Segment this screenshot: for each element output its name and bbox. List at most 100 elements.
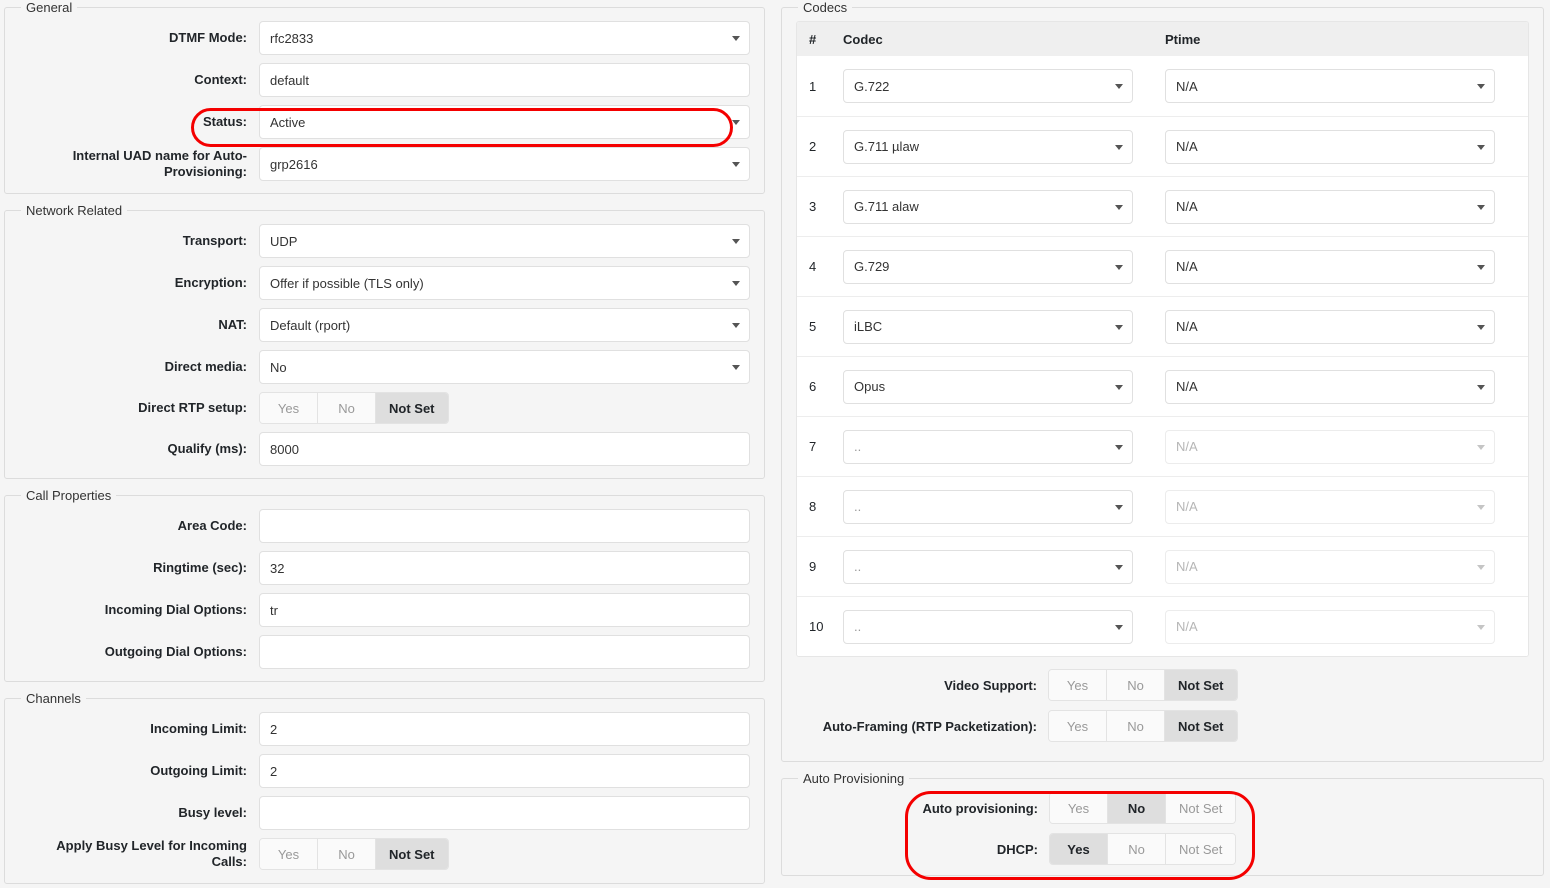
ptime-value: N/A <box>1176 619 1198 634</box>
apply-busy-level-toggle[interactable]: Yes No Not Set <box>259 838 449 870</box>
codec-row: 8..N/A <box>797 476 1528 536</box>
video-support-label: Video Support: <box>796 678 1048 693</box>
toggle-option-no[interactable]: No <box>1108 793 1166 823</box>
incoming-dial-options-input[interactable]: tr <box>259 593 750 627</box>
direct-media-value: No <box>270 360 287 375</box>
qualify-input[interactable]: 8000 <box>259 432 750 466</box>
encryption-select[interactable]: Offer if possible (TLS only) <box>259 266 750 300</box>
codec-select[interactable]: Opus <box>843 370 1133 404</box>
chevron-down-icon <box>1477 145 1485 150</box>
chevron-down-icon <box>1477 385 1485 390</box>
ptime-select[interactable]: N/A <box>1165 250 1495 284</box>
chevron-down-icon <box>732 365 740 370</box>
row-incoming-dial-options: Incoming Dial Options: tr <box>19 593 750 627</box>
row-apply-busy-level: Apply Busy Level for Incoming Calls: Yes… <box>19 838 750 871</box>
row-context: Context: default <box>19 63 750 97</box>
row-area-code: Area Code: <box>19 509 750 543</box>
toggle-option-no[interactable]: No <box>1107 711 1165 741</box>
toggle-option-no[interactable]: No <box>318 393 376 423</box>
toggle-option-no[interactable]: No <box>1108 834 1166 864</box>
codec-row: 4G.729N/A <box>797 236 1528 296</box>
outgoing-dial-options-input[interactable] <box>259 635 750 669</box>
fieldset-call-properties: Call Properties Area Code: Ringtime (sec… <box>4 488 765 682</box>
ptime-select[interactable]: N/A <box>1165 130 1495 164</box>
ptime-select[interactable]: N/A <box>1165 310 1495 344</box>
codec-select[interactable]: .. <box>843 550 1133 584</box>
ptime-value: N/A <box>1176 439 1198 454</box>
status-select[interactable]: Active <box>259 105 750 139</box>
row-auto-provisioning: Auto provisioning: Yes No Not Set <box>914 792 1529 824</box>
toggle-option-no[interactable]: No <box>1107 670 1165 700</box>
general-legend: General <box>21 0 77 15</box>
chevron-down-icon <box>1477 325 1485 330</box>
context-input[interactable]: default <box>259 63 750 97</box>
codec-row: 9..N/A <box>797 536 1528 596</box>
row-dtmf-mode: DTMF Mode: rfc2833 <box>19 21 750 55</box>
codec-row-number: 10 <box>801 619 843 634</box>
codec-select[interactable]: .. <box>843 610 1133 644</box>
ptime-value: N/A <box>1176 499 1198 514</box>
direct-rtp-setup-toggle[interactable]: Yes No Not Set <box>259 392 449 424</box>
header-ptime: Ptime <box>1153 32 1524 47</box>
ptime-select[interactable]: N/A <box>1165 69 1495 103</box>
transport-value: UDP <box>270 234 297 249</box>
codec-select[interactable]: .. <box>843 430 1133 464</box>
dtmf-mode-select[interactable]: rfc2833 <box>259 21 750 55</box>
toggle-option-no[interactable]: No <box>318 839 376 869</box>
chevron-down-icon <box>1115 505 1123 510</box>
toggle-option-yes[interactable]: Yes <box>1049 711 1107 741</box>
ptime-select: N/A <box>1165 610 1495 644</box>
auto-provisioning-toggle[interactable]: Yes No Not Set <box>1049 792 1236 824</box>
dhcp-toggle[interactable]: Yes No Not Set <box>1049 833 1236 865</box>
toggle-option-yes[interactable]: Yes <box>1049 670 1107 700</box>
toggle-option-not-set[interactable]: Not Set <box>376 393 448 423</box>
video-support-toggle[interactable]: Yes No Not Set <box>1048 669 1238 701</box>
toggle-option-yes[interactable]: Yes <box>260 393 318 423</box>
codec-select[interactable]: G.729 <box>843 250 1133 284</box>
toggle-option-yes[interactable]: Yes <box>1050 834 1108 864</box>
transport-select[interactable]: UDP <box>259 224 750 258</box>
chevron-down-icon <box>1115 565 1123 570</box>
nat-value: Default (rport) <box>270 318 350 333</box>
auto-framing-toggle[interactable]: Yes No Not Set <box>1048 710 1238 742</box>
internal-uad-name-select[interactable]: grp2616 <box>259 147 750 181</box>
codec-row-number: 3 <box>801 199 843 214</box>
encryption-value: Offer if possible (TLS only) <box>270 276 424 291</box>
chevron-down-icon <box>1477 445 1485 450</box>
toggle-option-not-set[interactable]: Not Set <box>376 839 448 869</box>
row-qualify: Qualify (ms): 8000 <box>19 432 750 466</box>
toggle-option-not-set[interactable]: Not Set <box>1165 711 1237 741</box>
auto-provisioning-label: Auto provisioning: <box>914 801 1049 816</box>
ptime-value: N/A <box>1176 319 1198 334</box>
toggle-option-not-set[interactable]: Not Set <box>1165 670 1237 700</box>
settings-page: General DTMF Mode: rfc2833 Context: defa… <box>0 0 1550 888</box>
codec-select[interactable]: .. <box>843 490 1133 524</box>
nat-select[interactable]: Default (rport) <box>259 308 750 342</box>
codecs-table-header: # Codec Ptime <box>797 22 1528 56</box>
busy-level-input[interactable] <box>259 796 750 830</box>
ringtime-value: 32 <box>270 561 284 576</box>
toggle-option-not-set[interactable]: Not Set <box>1166 834 1235 864</box>
area-code-label: Area Code: <box>19 518 259 534</box>
status-label: Status: <box>19 114 259 130</box>
codec-select[interactable]: G.711 alaw <box>843 190 1133 224</box>
ptime-value: N/A <box>1176 139 1198 154</box>
channels-legend: Channels <box>21 691 86 706</box>
area-code-input[interactable] <box>259 509 750 543</box>
outgoing-limit-input[interactable]: 2 <box>259 754 750 788</box>
toggle-option-yes[interactable]: Yes <box>260 839 318 869</box>
incoming-limit-input[interactable]: 2 <box>259 712 750 746</box>
incoming-dial-options-value: tr <box>270 603 278 618</box>
ptime-select[interactable]: N/A <box>1165 370 1495 404</box>
codec-select[interactable]: G.711 µlaw <box>843 130 1133 164</box>
codec-value: Opus <box>854 379 885 394</box>
chevron-down-icon <box>1115 145 1123 150</box>
toggle-option-not-set[interactable]: Not Set <box>1166 793 1235 823</box>
ptime-select[interactable]: N/A <box>1165 190 1495 224</box>
ringtime-input[interactable]: 32 <box>259 551 750 585</box>
toggle-option-yes[interactable]: Yes <box>1050 793 1108 823</box>
codec-select[interactable]: iLBC <box>843 310 1133 344</box>
direct-media-select[interactable]: No <box>259 350 750 384</box>
codec-select[interactable]: G.722 <box>843 69 1133 103</box>
codec-value: G.729 <box>854 259 889 274</box>
